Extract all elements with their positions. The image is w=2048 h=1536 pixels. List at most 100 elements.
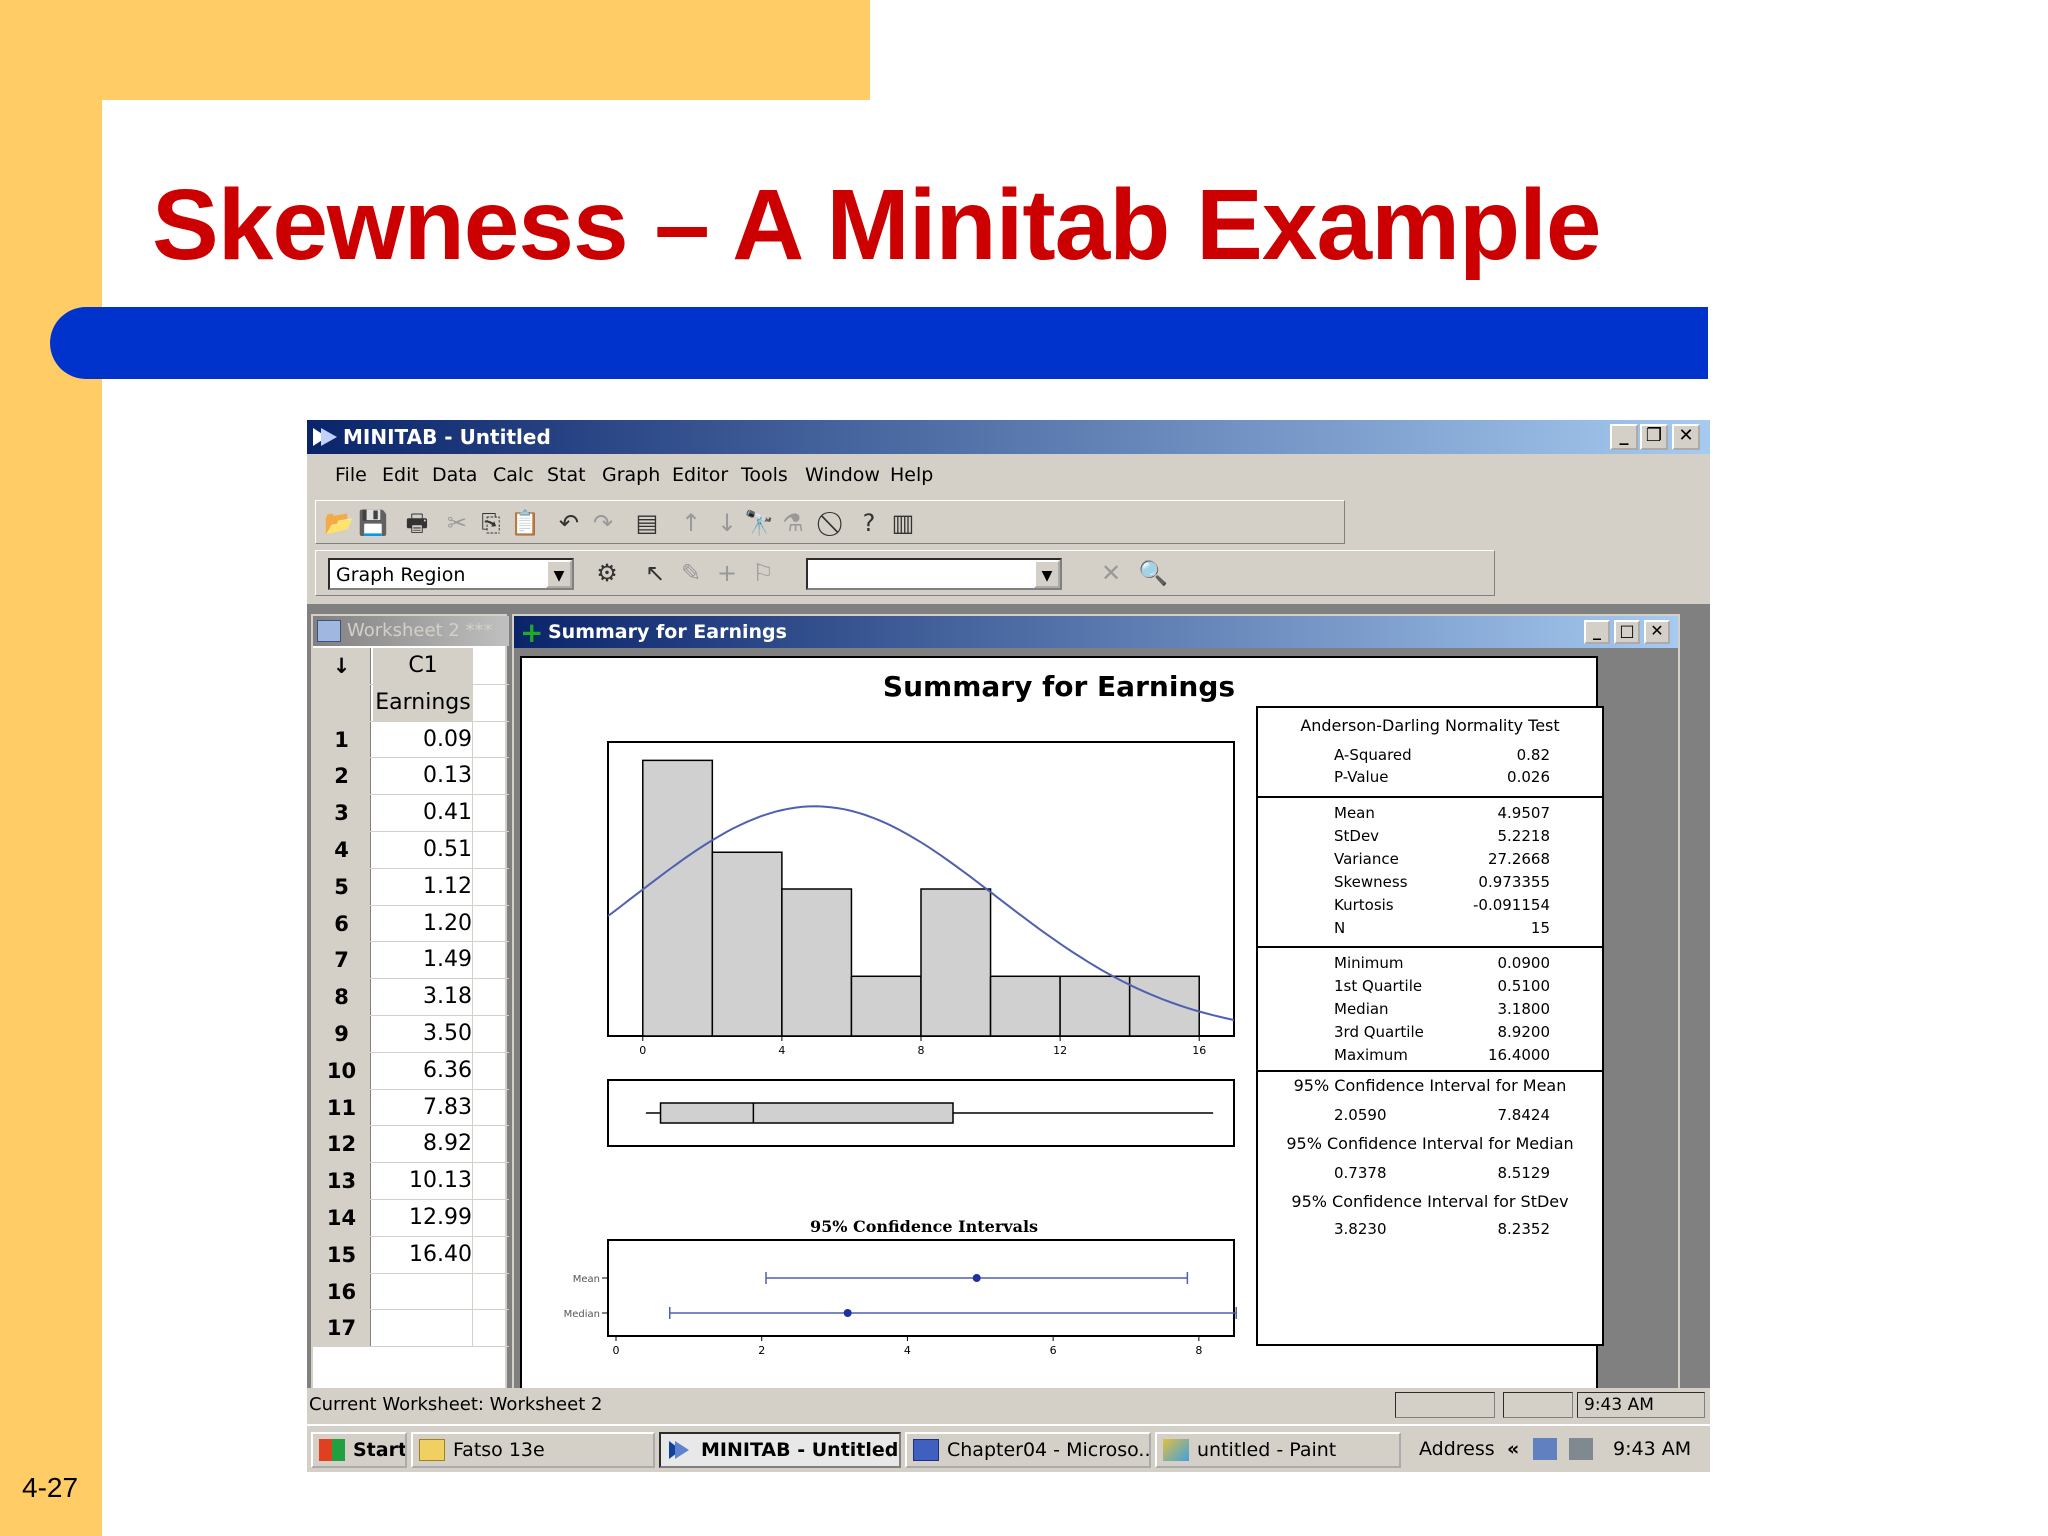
row-number[interactable]: 11 <box>313 1089 371 1126</box>
cell-value[interactable]: 0.51 <box>373 831 473 868</box>
graph-canvas[interactable]: Summary for Earnings 0 4 8 12 16 95% Confide… <box>520 656 1604 1396</box>
cell-value[interactable]: 8.92 <box>373 1126 473 1163</box>
row-number[interactable]: 16 <box>313 1273 371 1310</box>
taskbar-item-fatso[interactable]: Fatso 13e <box>411 1432 655 1468</box>
project-manager-icon[interactable]: ▥ <box>888 509 918 537</box>
row-number[interactable]: 8 <box>313 979 371 1015</box>
minimize-button[interactable]: _ <box>1610 424 1638 450</box>
menu-calc[interactable]: Calc <box>493 464 534 486</box>
redo-icon[interactable]: ↷ <box>588 509 618 537</box>
cut-icon[interactable]: ✂ <box>442 509 472 537</box>
arrow-up-icon[interactable]: ↑ <box>676 509 706 537</box>
menu-data[interactable]: Data <box>432 464 477 486</box>
cell-value[interactable]: 3.18 <box>373 979 473 1015</box>
print-icon[interactable]: 🖶 <box>402 509 432 537</box>
worksheet-window[interactable]: Worksheet 2 *** ↓ C1 Earnings 1 0.09 2 0.13… <box>311 614 509 1404</box>
graph-window-titlebar[interactable]: + Summary for Earnings _ □ ✕ <box>514 616 1678 649</box>
cell-value[interactable]: 1.49 <box>373 942 473 979</box>
network-tray-icon[interactable] <box>1533 1438 1557 1460</box>
item-selector-combo[interactable]: ▼ <box>806 558 1062 590</box>
address-label[interactable]: Address <box>1419 1438 1495 1460</box>
menu-stat[interactable]: Stat <box>547 464 586 486</box>
row-number[interactable]: 3 <box>313 795 371 831</box>
graph-maximize-button[interactable]: □ <box>1614 620 1640 644</box>
row-number[interactable]: 6 <box>313 905 371 942</box>
row-number[interactable]: 15 <box>313 1236 371 1273</box>
chevron-down-icon[interactable]: ▼ <box>1034 560 1060 588</box>
flag-icon[interactable]: ⚐ <box>748 559 778 587</box>
cell-value[interactable] <box>373 1273 473 1310</box>
zoom-icon[interactable]: 🔍 <box>1138 559 1168 587</box>
menu-help[interactable]: Help <box>890 464 933 486</box>
save-icon[interactable]: 💾 <box>358 509 388 537</box>
open-folder-icon[interactable]: 📂 <box>324 509 354 537</box>
worksheet-grid[interactable]: ↓ C1 Earnings 1 0.09 2 0.13 3 0.41 4 0.51 5 1.12 6… <box>313 648 509 1348</box>
menu-tools[interactable]: Tools <box>741 464 788 486</box>
graph-window[interactable]: + Summary for Earnings _ □ ✕ Summary for… <box>512 614 1680 1404</box>
paste-icon[interactable]: 📋 <box>510 509 540 537</box>
start-button[interactable]: Start <box>311 1432 407 1468</box>
row-number[interactable]: 2 <box>313 758 371 795</box>
arrow-down-icon[interactable]: ↓ <box>712 509 742 537</box>
edit-properties-icon[interactable]: ⚙ <box>592 559 622 587</box>
cell-value[interactable]: 16.40 <box>373 1236 473 1273</box>
taskbar-item-chapter04[interactable]: Chapter04 - Microso... <box>905 1432 1151 1468</box>
row-number[interactable]: 12 <box>313 1126 371 1163</box>
cell-value[interactable]: 3.50 <box>373 1015 473 1052</box>
row-number[interactable]: 9 <box>313 1015 371 1052</box>
row-number[interactable]: 4 <box>313 831 371 868</box>
graph-region-combo[interactable]: Graph Region ▼ <box>328 558 574 590</box>
menu-edit[interactable]: Edit <box>382 464 419 486</box>
column-id[interactable]: C1 <box>373 648 473 684</box>
cell-value[interactable]: 6.36 <box>373 1052 473 1089</box>
worksheet-titlebar[interactable]: Worksheet 2 *** <box>313 616 509 646</box>
taskbar-item-paint[interactable]: untitled - Paint <box>1155 1432 1401 1468</box>
menu-file[interactable]: File <box>335 464 367 486</box>
slide-number: 4-27 <box>22 1472 79 1503</box>
cell-value[interactable]: 1.20 <box>373 905 473 942</box>
row-number[interactable]: 10 <box>313 1052 371 1089</box>
row-number[interactable]: 17 <box>313 1310 371 1347</box>
select-pointer-icon[interactable]: ↖ <box>640 559 670 587</box>
menu-graph[interactable]: Graph <box>602 464 660 486</box>
entry-direction-arrow-icon[interactable]: ↓ <box>313 648 371 684</box>
menu-window[interactable]: Window <box>805 464 880 486</box>
crosshair-icon[interactable]: + <box>712 559 742 587</box>
graph-minimize-button[interactable]: _ <box>1584 620 1610 644</box>
printer-tray-icon[interactable] <box>1569 1438 1593 1460</box>
chevron-left-icon[interactable]: « <box>1507 1438 1519 1460</box>
cell-value[interactable]: 0.13 <box>373 758 473 795</box>
cell-value[interactable]: 12.99 <box>373 1199 473 1236</box>
undo-icon[interactable]: ↶ <box>554 509 584 537</box>
graph-close-button[interactable]: ✕ <box>1644 620 1670 644</box>
restore-button[interactable]: ❐ <box>1640 424 1668 450</box>
help-icon[interactable]: ? <box>854 509 884 537</box>
row-number[interactable]: 13 <box>313 1163 371 1199</box>
taskbar-item-minitab[interactable]: MINITAB - Untitled <box>659 1432 901 1468</box>
replace-icon[interactable]: ⚗ <box>778 509 808 537</box>
chevron-down-icon[interactable]: ▼ <box>546 560 572 588</box>
row-number[interactable]: 7 <box>313 942 371 979</box>
close-button[interactable]: ✕ <box>1672 424 1700 450</box>
row-number[interactable]: 14 <box>313 1199 371 1236</box>
delete-icon[interactable]: ✕ <box>1096 559 1126 587</box>
copy-icon[interactable]: ⎘ <box>476 509 506 537</box>
worksheet-icon <box>317 620 341 642</box>
column-name[interactable]: Earnings <box>373 684 473 721</box>
cell-value[interactable]: 10.13 <box>373 1163 473 1199</box>
cell-value[interactable]: 0.41 <box>373 795 473 831</box>
cell-value[interactable]: 0.09 <box>373 721 473 758</box>
cell-value[interactable]: 1.12 <box>373 868 473 905</box>
cancel-icon[interactable]: ⃠ <box>820 509 850 537</box>
row-number[interactable]: 5 <box>313 868 371 905</box>
session-window-icon[interactable]: ▤ <box>632 509 662 537</box>
find-icon[interactable]: 🔭 <box>744 509 774 537</box>
app-titlebar[interactable]: MINITAB - Untitled _ ❐ ✕ <box>307 420 1710 454</box>
menu-editor[interactable]: Editor <box>672 464 728 486</box>
table-row: 8 3.18 <box>313 979 509 1016</box>
brush-icon[interactable]: ✎ <box>676 559 706 587</box>
cell-value[interactable] <box>373 1310 473 1347</box>
row-number[interactable]: 1 <box>313 721 371 758</box>
cell-value[interactable]: 7.83 <box>373 1089 473 1126</box>
confidence-section: 95% Confidence Interval for Mean 2.0590 … <box>1258 1072 1602 1272</box>
